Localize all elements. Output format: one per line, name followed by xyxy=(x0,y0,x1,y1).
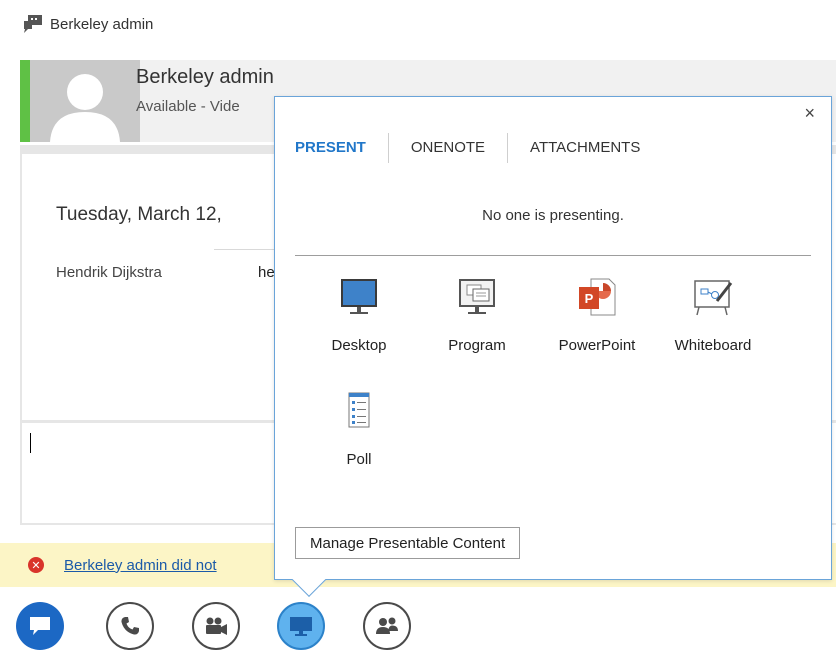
text-caret xyxy=(30,433,31,453)
program-label: Program xyxy=(448,337,506,354)
present-desktop-option[interactable]: Desktop xyxy=(307,269,411,354)
poll-icon xyxy=(348,392,370,428)
section-divider xyxy=(295,255,811,256)
whiteboard-icon xyxy=(694,280,733,316)
tab-present[interactable]: PRESENT xyxy=(295,138,388,158)
present-popup: × PRESENT ONENOTE ATTACHMENTS No one is … xyxy=(274,96,832,597)
message-text: he xyxy=(258,264,275,281)
monitor-icon xyxy=(290,617,312,636)
present-program-option[interactable]: Program xyxy=(425,269,529,354)
contact-name[interactable]: Berkeley admin xyxy=(136,66,274,89)
whiteboard-label: Whiteboard xyxy=(674,337,752,354)
message-sender: Hendrik Dijkstra xyxy=(56,264,162,281)
contact-status: Available - Vide xyxy=(136,98,240,115)
notification-link[interactable]: Berkeley admin did not xyxy=(64,557,217,574)
title-bar: Berkeley admin xyxy=(22,12,153,36)
presence-indicator xyxy=(20,60,30,142)
tab-attachments[interactable]: ATTACHMENTS xyxy=(508,138,662,158)
call-button[interactable] xyxy=(106,602,154,650)
video-camera-icon xyxy=(206,617,227,635)
presenting-status: No one is presenting. xyxy=(482,207,624,224)
popup-pointer xyxy=(292,563,326,597)
present-whiteboard-option[interactable]: Whiteboard xyxy=(661,269,765,354)
error-icon: ✕ xyxy=(28,557,44,573)
conversation-date: Tuesday, March 12, xyxy=(56,204,222,225)
close-icon[interactable]: × xyxy=(804,103,815,124)
present-button[interactable] xyxy=(277,602,325,650)
video-button[interactable] xyxy=(192,602,240,650)
powerpoint-icon: P xyxy=(579,278,616,316)
present-powerpoint-option[interactable]: P PowerPoint xyxy=(545,269,649,354)
people-icon xyxy=(376,617,398,634)
present-poll-option[interactable]: Poll xyxy=(307,383,411,468)
manage-presentable-content-button[interactable]: Manage Presentable Content xyxy=(295,527,521,559)
poll-label: Poll xyxy=(346,451,372,468)
phone-icon xyxy=(121,617,139,635)
conversation-toolbar xyxy=(0,600,836,657)
avatar[interactable] xyxy=(30,60,140,142)
im-conversation-icon xyxy=(24,15,42,33)
person-silhouette-icon xyxy=(50,74,120,142)
popup-tabs: PRESENT ONENOTE ATTACHMENTS xyxy=(295,133,662,163)
participants-button[interactable] xyxy=(363,602,411,650)
desktop-icon xyxy=(341,279,377,314)
chat-bubble-icon xyxy=(30,617,50,635)
svg-text:P: P xyxy=(585,291,594,306)
window-title: Berkeley admin xyxy=(50,15,154,33)
powerpoint-label: PowerPoint xyxy=(558,337,636,354)
tab-onenote[interactable]: ONENOTE xyxy=(389,138,507,158)
program-icon xyxy=(459,279,495,314)
im-button[interactable] xyxy=(16,602,64,650)
desktop-label: Desktop xyxy=(331,337,387,354)
